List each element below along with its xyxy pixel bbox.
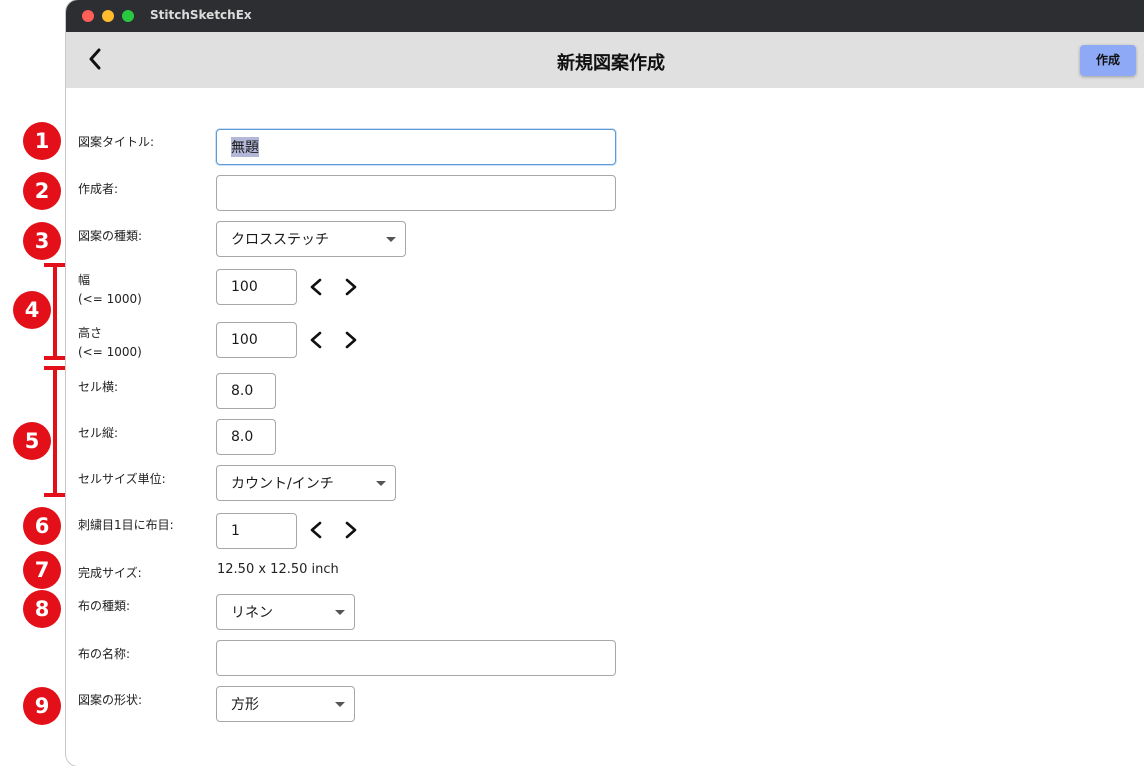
shape-select[interactable]: 方形 [216,686,355,722]
annotation-badge-1: 1 [23,122,61,160]
height-decrement-button[interactable] [306,328,326,352]
zoom-window-button[interactable] [122,10,134,22]
title-input[interactable]: 無題 [216,129,616,165]
cell-unit-label: セルサイズ単位: [78,472,166,486]
stitch-count-label: 刺繍目1目に布目: [78,518,174,532]
stitch-decrement-button[interactable] [306,518,326,542]
finished-size-value: 12.50 x 12.50 inch [217,562,339,577]
cell-unit-value: カウント/インチ [231,476,334,492]
annotation-badge-2: 2 [23,172,61,210]
finished-size-label: 完成サイズ: [78,566,142,580]
fabric-name-label: 布の名称: [78,647,131,661]
width-label: 幅 [78,273,91,287]
pattern-type-value: クロスステッチ [231,232,329,248]
annotation-badge-9: 9 [23,687,61,725]
height-input-value: 100 [231,332,258,348]
app-window: StitchSketchEx 新規図案作成 作成 図案タイトル: 無題 作成者:… [66,0,1144,766]
height-input[interactable]: 100 [216,322,297,358]
caret-down-icon [335,610,345,615]
caret-down-icon [335,702,345,707]
app-bar: 新規図案作成 作成 [66,32,1144,88]
shape-label: 図案の形状: [78,693,143,707]
width-decrement-button[interactable] [306,275,326,299]
chevron-left-icon [310,331,322,349]
width-input[interactable]: 100 [216,269,297,305]
author-label: 作成者: [78,182,119,196]
cell-unit-select[interactable]: カウント/インチ [216,465,396,501]
author-input[interactable] [216,175,616,211]
height-limit-label: (<= 1000) [78,345,142,359]
annotation-badge-5: 5 [13,422,51,460]
fabric-type-value: リネン [231,605,273,621]
caret-down-icon [376,481,386,486]
annotation-badge-3: 3 [23,222,61,260]
height-label: 高さ [78,326,103,340]
cell-horizontal-input[interactable]: 8.0 [216,373,276,409]
caret-down-icon [386,237,396,242]
annotation-badge-4: 4 [13,291,51,329]
chevron-right-icon [345,331,357,349]
chevron-right-icon [345,521,357,539]
width-input-value: 100 [231,279,258,295]
cell-vertical-value: 8.0 [231,429,254,445]
annotation-badge-7: 7 [23,551,61,589]
stitch-increment-button[interactable] [341,518,361,542]
shape-value: 方形 [231,697,259,713]
width-limit-label: (<= 1000) [78,292,142,306]
width-increment-button[interactable] [341,275,361,299]
close-window-button[interactable] [82,10,94,22]
title-input-value: 無題 [231,137,259,157]
title-bar: StitchSketchEx [66,0,1144,32]
title-label: 図案タイトル: [78,135,155,149]
stitch-count-value: 1 [231,523,240,539]
cell-vertical-label: セル縦: [78,426,119,440]
page-title: 新規図案作成 [557,53,665,74]
fabric-name-input[interactable] [216,640,616,676]
app-title: StitchSketchEx [150,8,252,22]
create-button[interactable]: 作成 [1080,45,1136,76]
chevron-right-icon [345,278,357,296]
cell-vertical-input[interactable]: 8.0 [216,419,276,455]
height-increment-button[interactable] [341,328,361,352]
annotation-badge-6: 6 [23,507,61,545]
fabric-type-select[interactable]: リネン [216,594,355,630]
pattern-type-label: 図案の種類: [78,229,143,243]
chevron-left-icon [310,521,322,539]
stitch-count-input[interactable]: 1 [216,513,297,549]
annotation-badge-8: 8 [23,590,61,628]
cell-horizontal-label: セル横: [78,380,119,394]
pattern-type-select[interactable]: クロスステッチ [216,221,406,257]
fabric-type-label: 布の種類: [78,599,131,613]
chevron-left-icon [310,278,322,296]
minimize-window-button[interactable] [102,10,114,22]
cell-horizontal-value: 8.0 [231,383,254,399]
